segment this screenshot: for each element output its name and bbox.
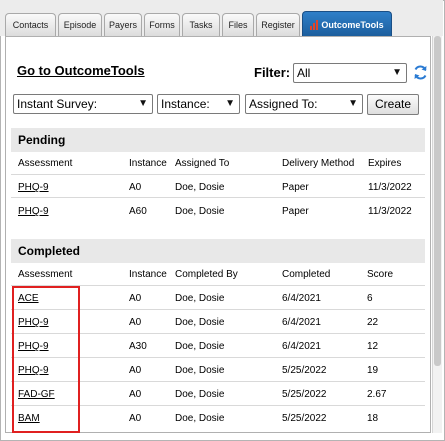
tab-bar: Contacts Episode Payers Forms Tasks File… [0,0,443,37]
assessment-link[interactable]: PHQ-9 [18,365,49,376]
tab-contacts[interactable]: Contacts [5,13,56,36]
assigned-to-label: Assigned To: [249,97,318,111]
assessment-link[interactable]: PHQ-9 [18,317,49,328]
score-cell: 12 [367,341,379,352]
delivery-method-cell: Paper [282,206,309,217]
column-header-assigned-to: Assigned To [175,158,230,169]
completed-date-cell: 6/4/2021 [282,341,321,352]
table-row: FAD-GF A0 Doe, Dosie 5/25/2022 2.67 [11,382,425,405]
tab-forms[interactable]: Forms [144,13,180,36]
assigned-to-cell: Doe, Dosie [175,182,225,193]
vertical-scrollbar[interactable] [432,36,442,433]
column-header-assessment: Assessment [18,158,73,169]
assigned-to-cell: Doe, Dosie [175,206,225,217]
completed-date-cell: 5/25/2022 [282,365,327,376]
refresh-icon[interactable] [412,64,429,81]
chevron-down-icon: ▼ [225,98,235,109]
score-cell: 6 [367,293,373,304]
tab-episode[interactable]: Episode [58,13,102,36]
instance-cell: A0 [129,413,142,424]
table-row: BAM A0 Doe, Dosie 5/25/2022 18 [11,406,425,429]
column-header-delivery-method: Delivery Method [282,158,355,169]
completed-date-cell: 5/25/2022 [282,389,327,400]
score-cell: 18 [367,413,379,424]
assessment-link[interactable]: PHQ-9 [18,206,49,217]
pending-section-header: Pending [11,128,425,152]
assessment-link[interactable]: FAD-GF [18,389,55,400]
create-button[interactable]: Create [367,94,419,115]
divider [11,174,425,175]
assessment-link[interactable]: PHQ-9 [18,182,49,193]
completed-by-cell: Doe, Dosie [175,293,225,304]
tab-payers[interactable]: Payers [104,13,142,36]
go-to-outcometools-link[interactable]: Go to OutcomeTools [17,63,145,78]
filter-value: All [297,66,311,80]
assessment-link[interactable]: BAM [18,413,40,424]
assessment-link[interactable]: ACE [18,293,39,304]
completed-section-header: Completed [11,239,425,263]
column-header-instance: Instance [129,158,167,169]
column-header-score: Score [367,269,394,280]
instance-cell: A30 [129,341,147,352]
score-cell: 2.67 [367,389,387,400]
assigned-to-select[interactable]: Assigned To: ▼ [245,94,363,114]
instance-cell: A0 [129,182,142,193]
column-header-instance: Instance [129,269,167,280]
table-row: PHQ-9 A0 Doe, Dosie 5/25/2022 19 [11,358,425,381]
expires-cell: 11/3/2022 [368,182,412,193]
completed-by-cell: Doe, Dosie [175,413,225,424]
column-header-completed: Completed [282,269,331,280]
tab-files[interactable]: Files [222,13,254,36]
chevron-down-icon: ▼ [348,98,358,109]
filter-select[interactable]: All ▼ [293,63,407,83]
score-cell: 22 [367,317,379,328]
instance-select[interactable]: Instance: ▼ [157,94,240,114]
column-header-completed-by: Completed By [175,269,238,280]
outcometools-logo-icon [310,19,319,30]
score-cell: 19 [367,365,379,376]
completed-by-cell: Doe, Dosie [175,389,225,400]
column-header-assessment: Assessment [18,269,73,280]
completed-by-cell: Doe, Dosie [175,317,225,328]
tab-outcometools-label: OutcomeTools [321,19,384,30]
chevron-down-icon: ▼ [138,98,148,109]
tab-outcometools[interactable]: OutcomeTools [302,11,392,37]
chevron-down-icon: ▼ [392,67,402,78]
assessment-link[interactable]: PHQ-9 [18,341,49,352]
scrollbar-thumb[interactable] [434,36,441,366]
table-row: PHQ-9 A30 Doe, Dosie 6/4/2021 12 [11,334,425,357]
completed-by-cell: Doe, Dosie [175,365,225,376]
completed-date-cell: 6/4/2021 [282,293,321,304]
completed-date-cell: 5/25/2022 [282,413,327,424]
table-row: ACE A0 Doe, Dosie 6/4/2021 6 [11,286,425,309]
expires-cell: 11/3/2022 [368,206,412,217]
completed-date-cell: 6/4/2021 [282,317,321,328]
column-header-expires: Expires [368,158,402,169]
instance-cell: A0 [129,365,142,376]
divider [11,197,425,198]
table-row: PHQ-9 A0 Doe, Dosie 6/4/2021 22 [11,310,425,333]
instant-survey-label: Instant Survey: [17,97,98,111]
instant-survey-select[interactable]: Instant Survey: ▼ [13,94,153,114]
instance-cell: A0 [129,389,142,400]
instance-label: Instance: [161,97,210,111]
filter-label: Filter: [254,65,291,80]
tab-register[interactable]: Register [256,13,300,36]
completed-by-cell: Doe, Dosie [175,341,225,352]
instance-cell: A0 [129,293,142,304]
instance-cell: A60 [129,206,147,217]
tab-tasks[interactable]: Tasks [182,13,220,36]
instance-cell: A0 [129,317,142,328]
delivery-method-cell: Paper [282,182,309,193]
